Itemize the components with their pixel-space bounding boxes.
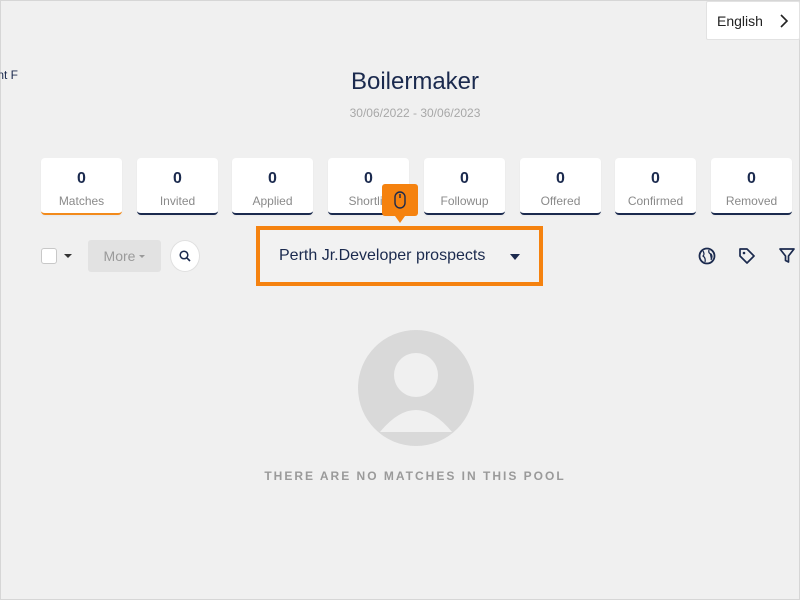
language-label: English — [717, 12, 763, 29]
stat-count: 0 — [77, 170, 86, 187]
date-range: 30/06/2022 - 30/06/2023 — [349, 106, 481, 120]
tab-invited[interactable]: 0 Invited — [137, 158, 218, 215]
empty-avatar-icon — [358, 330, 474, 446]
tag-icon[interactable] — [737, 246, 757, 266]
select-options-caret[interactable] — [64, 254, 72, 258]
tab-confirmed[interactable]: 0 Confirmed — [615, 158, 696, 215]
pool-selector-dropdown[interactable]: Perth Jr.Developer prospects — [256, 226, 543, 286]
tab-offered[interactable]: 0 Offered — [520, 158, 601, 215]
filter-icon[interactable] — [777, 246, 797, 266]
stat-count: 0 — [651, 170, 660, 187]
tab-applied[interactable]: 0 Applied — [232, 158, 313, 215]
stat-label: Confirmed — [627, 194, 684, 208]
empty-state-message: THERE ARE NO MATCHES IN THIS POOL — [264, 469, 566, 483]
page-title: Boilermaker — [350, 68, 480, 95]
stat-label: Invited — [159, 194, 196, 208]
stat-count: 0 — [268, 170, 277, 187]
chevron-right-icon — [780, 14, 789, 28]
pool-selector-value: Perth Jr.Developer prospects — [279, 247, 486, 264]
globe-icon[interactable] — [697, 246, 717, 266]
mouse-icon — [394, 191, 406, 209]
search-icon — [179, 250, 191, 262]
stat-count: 0 — [556, 170, 565, 187]
language-selector[interactable]: English — [706, 1, 800, 40]
caret-down-icon — [139, 255, 146, 258]
select-all-checkbox[interactable] — [41, 248, 57, 264]
tab-followup[interactable]: 0 Followup — [424, 158, 505, 215]
stat-label: Followup — [440, 194, 489, 208]
stat-count: 0 — [460, 170, 469, 187]
more-button[interactable]: More — [88, 240, 161, 272]
caret-down-icon — [510, 254, 520, 260]
stat-count: 0 — [173, 170, 182, 187]
tab-matches[interactable]: 0 Matches — [41, 158, 122, 215]
stat-label: Matches — [58, 194, 105, 208]
tab-removed[interactable]: 0 Removed — [711, 158, 792, 215]
stat-label: Removed — [725, 194, 778, 208]
more-button-label: More — [103, 248, 136, 264]
search-button[interactable] — [170, 240, 200, 272]
stat-label: Offered — [540, 194, 581, 208]
click-indicator — [382, 184, 418, 223]
stat-count: 0 — [747, 170, 756, 187]
stat-label: Applied — [252, 194, 293, 208]
